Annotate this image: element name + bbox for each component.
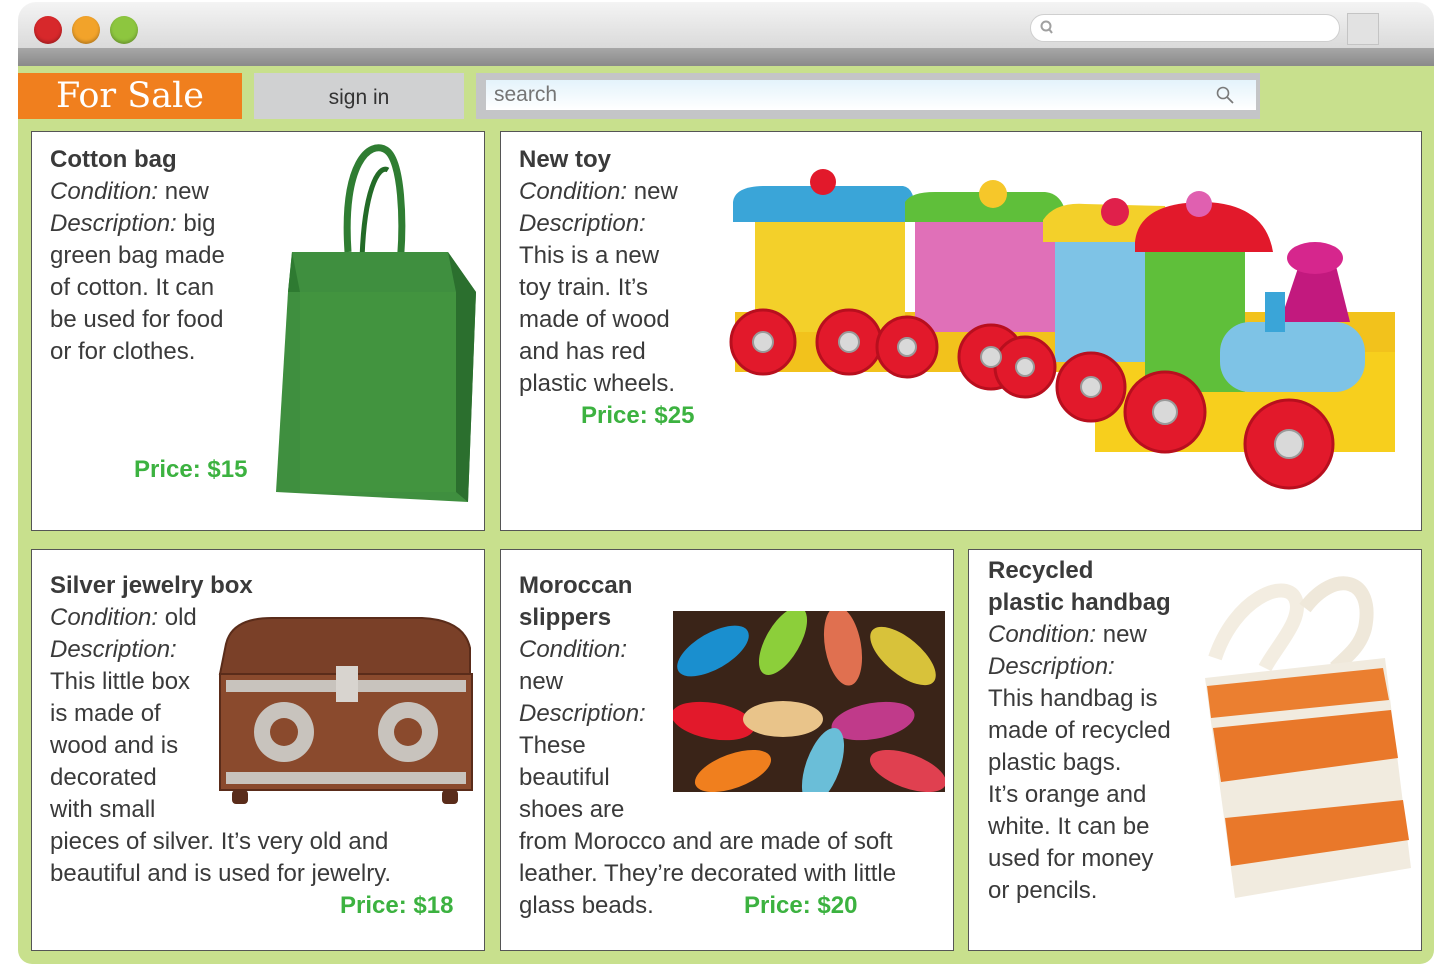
item-description: Description: big green bag made of cotto… [50, 210, 225, 365]
browser-toolbar-divider [18, 48, 1434, 66]
green-bag-image[interactable] [270, 142, 478, 514]
item-title: Silver jewelry box [50, 572, 253, 599]
item-description: Description: This is a new toy train. It… [519, 210, 676, 397]
minimize-window-button[interactable] [72, 16, 100, 44]
maximize-window-button[interactable] [110, 16, 138, 44]
moroccan-slippers-image[interactable] [673, 611, 945, 792]
recycled-handbag-image[interactable] [1195, 568, 1417, 908]
item-title: Cotton bag [50, 146, 177, 173]
item-price: Price: $25 [581, 402, 695, 429]
item-condition: Condition: new [50, 178, 209, 205]
item-condition: Condition: new [988, 621, 1147, 648]
item-condition: Condition: new [519, 636, 628, 695]
item-condition: Condition: old [50, 604, 197, 631]
item-price: Price: $15 [134, 456, 248, 483]
item-title: Moroccan slippers [519, 572, 633, 631]
window-menu-button[interactable] [1347, 13, 1379, 45]
site-brand[interactable]: For Sale [18, 73, 242, 119]
search-input[interactable] [486, 80, 1256, 110]
jewelry-box-image[interactable] [212, 614, 478, 810]
address-search-icon [1040, 20, 1053, 34]
item-description: Description: This handbag is made of rec… [988, 653, 1171, 904]
toy-train-image[interactable] [725, 162, 1415, 512]
address-bar[interactable] [1030, 14, 1340, 42]
item-title: New toy [519, 146, 612, 173]
sign-in-button[interactable]: sign in [254, 73, 464, 119]
search-icon[interactable] [1214, 84, 1236, 106]
item-condition: Condition: new [519, 178, 678, 205]
item-price: Price: $18 [340, 892, 454, 919]
item-price: Price: $20 [744, 892, 858, 919]
close-window-button[interactable] [34, 16, 62, 44]
item-title: Recycled plastic handbag [988, 557, 1171, 616]
